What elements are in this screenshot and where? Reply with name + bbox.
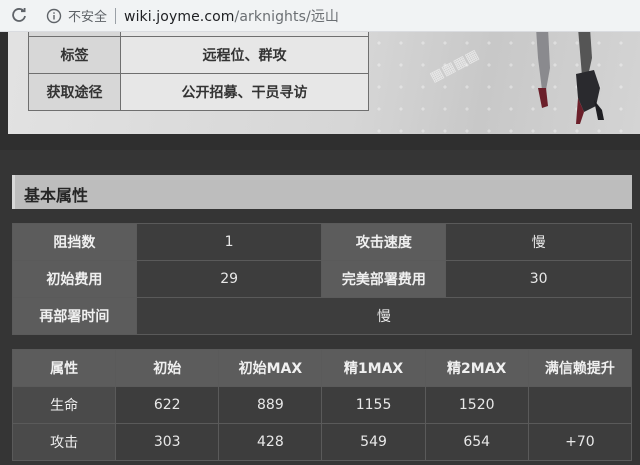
table-row: 生命 622 889 1155 1520	[11, 386, 633, 424]
address-bar: 不安全 wiki.joyme.com/arknights/远山	[0, 0, 640, 32]
column-header: 精2MAX	[424, 349, 529, 387]
block-label: 阻挡数	[12, 223, 137, 261]
info-icon[interactable]	[46, 8, 62, 24]
table-cell: 428	[218, 423, 323, 461]
character-art	[536, 32, 604, 124]
redeploy-label: 再部署时间	[12, 297, 137, 335]
table-row: 获取途径 公开招募、干员寻访	[28, 73, 369, 111]
attack-speed-label: 攻击速度	[321, 223, 447, 261]
column-header: 满信赖提升	[527, 349, 633, 387]
operator-info-table: 标签 远程位、群攻 获取途径 公开招募、干员寻访	[28, 32, 369, 111]
row-label: 攻击	[11, 423, 117, 461]
initial-cost-label: 初始费用	[12, 260, 137, 298]
stats-table: 属性 初始 初始MAX 精1MAX 精2MAX 满信赖提升 生命 622 889…	[11, 349, 633, 461]
table-row: 攻击 303 428 549 654 +70	[11, 423, 633, 461]
section-header: 基本属性	[12, 175, 632, 209]
redeploy-value: 慢	[135, 297, 633, 335]
operator-info-area: ▦▦▦▦ 标签 远程位、群攻 获取途径 公开招募、干员寻访	[0, 32, 640, 150]
basic-attributes-table: 阻挡数 1 攻击速度 慢 初始费用 29 完美部署费用 30 再部署时间 慢	[12, 223, 633, 335]
block-value: 1	[135, 223, 323, 261]
attack-speed-value: 慢	[445, 223, 632, 261]
obtain-label: 获取途径	[28, 73, 121, 111]
operator-info-panel: ▦▦▦▦ 标签 远程位、群攻 获取途径 公开招募、干员寻访	[8, 32, 640, 134]
security-status[interactable]: 不安全	[68, 6, 107, 25]
url-path: /arknights/远山	[234, 8, 340, 25]
column-header: 初始MAX	[218, 349, 323, 387]
max-cost-value: 30	[445, 260, 632, 298]
column-header: 初始	[115, 349, 220, 387]
table-cell: 1155	[321, 386, 426, 424]
table-header-row: 属性 初始 初始MAX 精1MAX 精2MAX 满信赖提升	[11, 349, 633, 387]
reload-icon[interactable]	[8, 5, 30, 27]
column-header: 精1MAX	[321, 349, 426, 387]
table-cell: 1520	[424, 386, 529, 424]
column-header: 属性	[11, 349, 117, 387]
initial-cost-value: 29	[135, 260, 323, 298]
table-cell: 303	[115, 423, 220, 461]
table-row: 再部署时间 慢	[12, 297, 633, 335]
address-separator	[115, 7, 117, 24]
table-row: 标签 远程位、群攻	[28, 36, 369, 74]
tags-label: 标签	[28, 36, 121, 74]
url-field[interactable]: wiki.joyme.com/arknights/远山	[124, 6, 339, 26]
row-label: 生命	[11, 386, 117, 424]
obtain-value: 公开招募、干员寻访	[120, 73, 369, 111]
table-row: 初始费用 29 完美部署费用 30	[12, 260, 632, 298]
table-cell: 654	[424, 423, 529, 461]
section-title: 基本属性	[24, 186, 89, 205]
table-cell: 889	[218, 386, 323, 424]
table-cell: +70	[527, 423, 633, 461]
table-cell: 622	[115, 386, 220, 424]
max-cost-label: 完美部署费用	[321, 260, 447, 298]
table-cell: 549	[321, 423, 426, 461]
url-host: wiki.joyme.com	[124, 8, 235, 25]
table-row: 阻挡数 1 攻击速度 慢	[12, 223, 632, 261]
tags-value: 远程位、群攻	[120, 36, 369, 74]
table-cell	[527, 386, 633, 424]
